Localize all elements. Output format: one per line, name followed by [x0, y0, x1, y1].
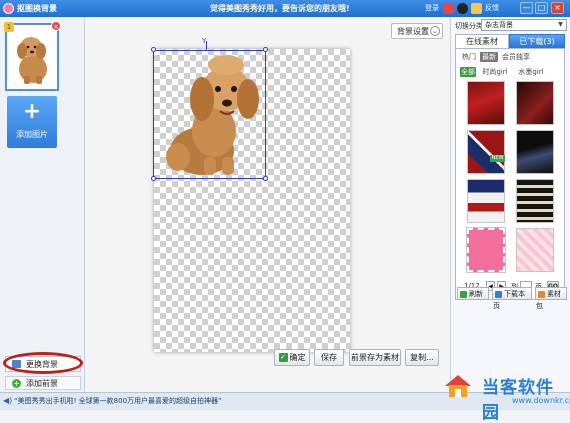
material-tile[interactable] — [467, 179, 505, 223]
confirm-label: 确定 — [289, 353, 306, 362]
selection-box[interactable] — [153, 50, 266, 179]
material-package-button[interactable]: 素材包 — [535, 287, 567, 310]
smile-icon[interactable] — [471, 3, 482, 14]
image-thumbnail[interactable]: 1 × — [4, 21, 61, 91]
filter-newest[interactable]: 最新 — [480, 52, 498, 62]
filter-member[interactable]: 会员独享 — [500, 52, 532, 62]
background-settings-button[interactable]: 背景设置 ⌄ — [391, 23, 443, 39]
resize-handle-top-left[interactable] — [151, 47, 156, 52]
watermark-url: www.downkr.com — [512, 396, 570, 405]
dog-thumbnail-image — [17, 37, 47, 84]
left-panel: 1 × + 添加图片 更换背景 + 添加前景 — [0, 17, 85, 392]
resize-handle-bottom-left[interactable] — [151, 176, 156, 181]
window-title: 抠图换背景 — [17, 4, 57, 13]
feedback-link[interactable]: 反馈 — [485, 3, 499, 13]
app-logo-icon — [3, 3, 14, 14]
save-foreground-as-material-button[interactable]: 前景存为素材 — [349, 349, 401, 366]
rotate-handle[interactable]: Y — [202, 38, 211, 45]
refresh-button[interactable]: 刷新 — [457, 287, 489, 300]
plus-circle-icon: + — [12, 379, 21, 388]
chevron-down-icon: ⌄ — [430, 26, 440, 36]
maximize-button[interactable]: □ — [535, 2, 548, 14]
thumbnail-index-badge: 1 — [4, 22, 14, 32]
minimize-button[interactable]: — — [520, 2, 533, 14]
material-tile[interactable] — [516, 130, 554, 174]
canvas-area: 背景设置 ⌄ Y — [86, 17, 450, 392]
download-icon — [495, 290, 502, 298]
resize-handle-top-right[interactable] — [263, 47, 268, 52]
category-select-value: 杂志背景 — [485, 21, 513, 29]
promo-message[interactable]: 觉得美图秀秀好用，要告诉您的朋友哦! — [210, 3, 350, 14]
user-icon[interactable] — [457, 3, 468, 14]
chevron-down-icon: ▼ — [558, 21, 563, 28]
delete-thumbnail-icon[interactable]: × — [51, 21, 61, 31]
highlight-circle-annotation — [3, 352, 83, 374]
confirm-button[interactable]: ✓ 确定 — [274, 349, 310, 366]
material-tile[interactable] — [467, 130, 505, 174]
copy-button[interactable]: 复制... — [405, 349, 439, 366]
filter-hot[interactable]: 热门 — [460, 52, 478, 62]
materials-panel: 热门 最新 会员独享 全部 时尚girl 水墨girl NEW 1/12 ◀ ▶… — [455, 48, 565, 300]
speaker-icon: ◀) — [3, 396, 13, 405]
subfilter-ink-girl[interactable]: 水墨girl — [513, 67, 549, 77]
weibo-icon[interactable] — [443, 3, 454, 14]
check-icon: ✓ — [278, 353, 288, 362]
tab-online-materials[interactable]: 在线素材 — [455, 34, 509, 48]
subfilter-all[interactable]: 全部 — [460, 67, 476, 77]
site-watermark: 当客软件园 www.downkr.com — [440, 370, 570, 423]
add-image-label: 添加图片 — [16, 130, 48, 139]
close-button[interactable]: × — [551, 2, 564, 14]
material-tile[interactable] — [467, 81, 505, 125]
plus-icon: + — [22, 99, 42, 124]
category-label: 切换分类 — [455, 22, 483, 30]
status-message[interactable]: “美图秀秀出手机啦! 全球第一款800万用户最喜爱的超级自拍神器” — [14, 396, 222, 406]
login-link[interactable]: 登录 — [425, 3, 439, 13]
add-image-button[interactable]: + 添加图片 — [7, 96, 57, 148]
background-settings-label: 背景设置 — [397, 27, 429, 36]
material-tile[interactable] — [516, 81, 554, 125]
refresh-label: 刷新 — [469, 290, 483, 298]
tab-downloaded[interactable]: 已下载(3) — [509, 34, 565, 48]
refresh-icon — [460, 290, 467, 298]
package-icon — [538, 290, 545, 298]
add-foreground-label: 添加前景 — [26, 379, 58, 388]
resize-handle-bottom-right[interactable] — [263, 176, 268, 181]
add-foreground-button[interactable]: + 添加前景 — [5, 376, 81, 390]
new-badge: NEW — [490, 155, 505, 162]
title-bar: 抠图换背景 觉得美图秀秀好用，要告诉您的朋友哦! 登录 反馈 — □ × — [0, 0, 570, 17]
save-button[interactable]: 保存 — [314, 349, 344, 366]
subfilter-fashion-girl[interactable]: 时尚girl — [479, 67, 511, 77]
download-page-button[interactable]: 下载本页 — [492, 287, 532, 310]
material-tile[interactable] — [466, 227, 506, 273]
house-logo-icon — [445, 375, 471, 397]
material-tile[interactable] — [516, 228, 554, 272]
category-select[interactable]: 杂志背景 ▼ — [481, 19, 567, 31]
material-tile[interactable] — [516, 179, 554, 223]
right-panel: 切换分类 杂志背景 ▼ 在线素材 已下载(3) 热门 最新 会员独享 全部 时尚… — [450, 17, 570, 392]
